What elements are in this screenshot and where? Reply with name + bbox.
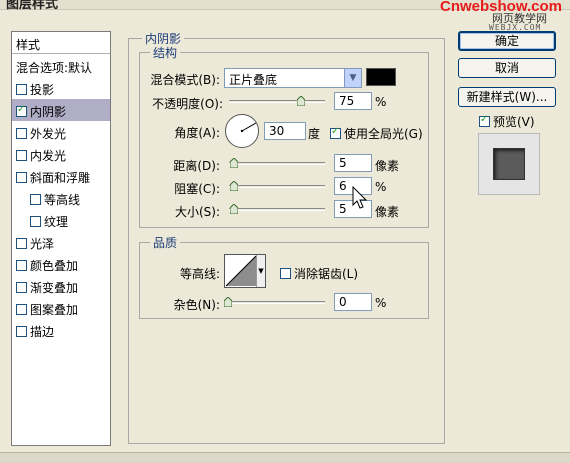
blend-mode-value: 正片叠底 — [229, 73, 278, 87]
antialias-toggle[interactable]: 消除锯齿(L) — [280, 265, 358, 282]
contour-picker[interactable]: ▼ — [224, 254, 266, 288]
blend-options-label: 混合选项:默认 — [16, 61, 93, 75]
style-item-bevel-emboss[interactable]: 斜面和浮雕 — [12, 165, 110, 187]
distance-slider-thumb[interactable] — [230, 158, 238, 168]
preview-checkbox[interactable] — [479, 114, 490, 127]
style-item-label: 内发光 — [30, 149, 67, 163]
preview-label: 预览(V) — [493, 115, 535, 129]
pattern-overlay-checkbox[interactable] — [16, 304, 27, 315]
contour-preview-icon — [225, 255, 257, 287]
choke-label: 阻塞(C): — [174, 182, 220, 196]
satin-checkbox[interactable] — [16, 238, 27, 249]
structure-legend: 结构 — [150, 44, 181, 61]
bottom-edge — [0, 452, 570, 463]
distance-unit: 像素 — [375, 159, 400, 173]
new-style-button[interactable]: 新建样式(W)... — [458, 87, 556, 107]
preview-toggle[interactable]: 预览(V) — [479, 113, 535, 130]
style-item-contour[interactable]: 等高线 — [12, 187, 110, 209]
style-item-stroke[interactable]: 描边 — [12, 319, 110, 341]
style-item-drop-shadow[interactable]: 投影 — [12, 77, 110, 99]
style-item-label: 等高线 — [44, 193, 81, 207]
ok-button[interactable]: 确定 — [458, 31, 556, 51]
style-item-color-overlay[interactable]: 颜色叠加 — [12, 253, 110, 275]
global-light-label: 使用全局光(G) — [344, 127, 423, 141]
noise-label: 杂色(N): — [173, 298, 220, 312]
contour-label: 等高线: — [179, 267, 220, 281]
antialias-label: 消除锯齿(L) — [294, 267, 359, 281]
opacity-input[interactable]: 75 — [334, 92, 372, 110]
opacity-slider-track[interactable] — [229, 100, 325, 103]
antialias-checkbox[interactable] — [280, 268, 291, 279]
angle-label: 角度(A): — [174, 126, 220, 140]
blend-mode-label: 混合模式(B): — [150, 73, 220, 87]
opacity-unit: % — [375, 95, 387, 109]
drop-shadow-checkbox[interactable] — [16, 84, 27, 95]
noise-unit: % — [375, 296, 387, 310]
texture-checkbox[interactable] — [30, 216, 41, 227]
choke-slider-thumb[interactable] — [230, 181, 238, 191]
style-item-label: 外发光 — [30, 127, 67, 141]
style-item-label: 描边 — [30, 325, 55, 339]
style-item-inner-shadow[interactable]: 内阴影 — [12, 99, 110, 121]
distance-input[interactable]: 5 — [334, 154, 372, 172]
choke-slider-track[interactable] — [229, 185, 325, 188]
style-item-pattern-overlay[interactable]: 图案叠加 — [12, 297, 110, 319]
chevron-down-icon[interactable]: ▼ — [256, 255, 265, 287]
inner-shadow-checkbox[interactable] — [16, 104, 27, 117]
opacity-slider-thumb[interactable] — [297, 96, 305, 106]
inner-glow-checkbox[interactable] — [16, 150, 27, 161]
bevel-emboss-checkbox[interactable] — [16, 172, 27, 183]
global-light-toggle[interactable]: 使用全局光(G) — [330, 125, 423, 142]
angle-dial[interactable] — [224, 113, 260, 149]
style-item-inner-glow[interactable]: 内发光 — [12, 143, 110, 165]
style-item-gradient-overlay[interactable]: 渐变叠加 — [12, 275, 110, 297]
size-unit: 像素 — [375, 205, 400, 219]
noise-input[interactable]: 0 — [334, 293, 372, 311]
global-light-checkbox[interactable] — [330, 126, 341, 139]
distance-label: 距离(D): — [173, 159, 220, 173]
angle-unit: 度 — [308, 127, 321, 141]
style-preview — [478, 133, 540, 195]
style-item-label: 渐变叠加 — [30, 281, 79, 295]
color-overlay-checkbox[interactable] — [16, 260, 27, 271]
gradient-overlay-checkbox[interactable] — [16, 282, 27, 293]
style-item-label: 光泽 — [30, 237, 55, 251]
chevron-down-icon[interactable]: ▼ — [344, 69, 361, 87]
blend-mode-select[interactable]: 正片叠底 ▼ — [224, 68, 362, 88]
noise-slider-thumb[interactable] — [224, 297, 232, 307]
window-title: 图层样式 — [6, 0, 59, 12]
cancel-button[interactable]: 取消 — [458, 58, 556, 78]
shadow-color-swatch[interactable] — [366, 68, 396, 86]
style-item-label: 纹理 — [44, 215, 69, 229]
size-label: 大小(S): — [174, 205, 220, 219]
opacity-label: 不透明度(O): — [152, 97, 223, 111]
mouse-cursor-icon — [352, 185, 368, 213]
stroke-checkbox[interactable] — [16, 326, 27, 337]
style-item-label: 投影 — [30, 83, 55, 97]
size-slider-thumb[interactable] — [230, 204, 238, 214]
style-preview-swatch — [493, 148, 525, 180]
noise-slider-track[interactable] — [229, 301, 325, 304]
style-list-header[interactable]: 样式 — [12, 32, 110, 54]
style-item-outer-glow[interactable]: 外发光 — [12, 121, 110, 143]
style-item-label: 斜面和浮雕 — [30, 171, 91, 185]
size-slider-track[interactable] — [229, 208, 325, 211]
style-item-satin[interactable]: 光泽 — [12, 231, 110, 253]
quality-legend: 品质 — [150, 234, 181, 251]
angle-input[interactable]: 30 — [264, 122, 306, 140]
distance-slider-track[interactable] — [229, 162, 325, 165]
blend-options-item[interactable]: 混合选项:默认 — [12, 55, 110, 77]
contour-checkbox[interactable] — [30, 194, 41, 205]
style-item-label: 内阴影 — [30, 105, 67, 119]
style-item-label: 图案叠加 — [30, 303, 79, 317]
style-item-label: 颜色叠加 — [30, 259, 79, 273]
style-list: 样式 混合选项:默认 投影 内阴影 外发光 内发光 斜面和浮雕 等高线 纹理 光… — [11, 31, 111, 446]
outer-glow-checkbox[interactable] — [16, 128, 27, 139]
choke-unit: % — [375, 180, 387, 194]
style-item-texture[interactable]: 纹理 — [12, 209, 110, 231]
